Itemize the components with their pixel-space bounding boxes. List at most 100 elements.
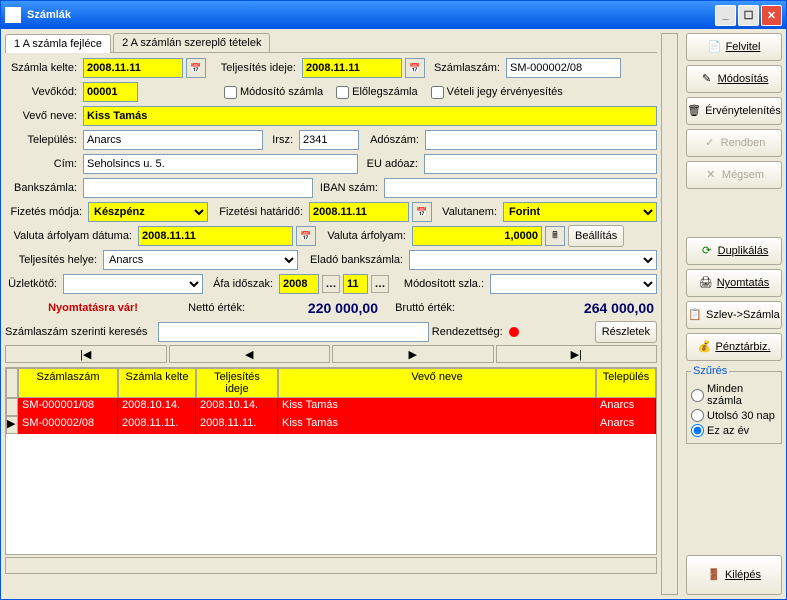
select-teljesites-helye[interactable]: Anarcs <box>103 250 298 270</box>
label-valuta-arfolyam: Valuta árfolyam: <box>319 230 409 242</box>
datepicker-icon[interactable]: 📅 <box>296 226 316 246</box>
col-teljesites[interactable]: Teljesítés ideje <box>196 368 278 398</box>
filter-group: Szűrés Minden számla Utolsó 30 nap Ez az… <box>686 365 782 444</box>
radio-ezazev[interactable]: Ez az év <box>691 424 777 437</box>
radio-30nap[interactable]: Utolsó 30 nap <box>691 409 777 422</box>
tab-header[interactable]: 1 A számla fejléce <box>5 34 111 53</box>
select-elado-bankszamla[interactable] <box>409 250 657 270</box>
input-valuta-arfolyam[interactable] <box>412 226 542 246</box>
label-modositott-szla: Módosított szla.: <box>392 278 487 290</box>
label-uzletkoto: Üzletkötő: <box>5 278 60 290</box>
row-marker-current: ▶ <box>6 416 18 434</box>
input-vevokod[interactable] <box>83 82 138 102</box>
label-fizetes-modja: Fizetés módja: <box>5 206 85 218</box>
row-marker-header <box>6 368 18 398</box>
label-iban: IBAN szám: <box>316 182 381 194</box>
radio-minden[interactable]: Minden számla <box>691 383 777 407</box>
button-modositas[interactable]: ✎Módosítás <box>686 65 782 93</box>
input-afa-ho[interactable] <box>343 274 368 294</box>
button-nyomtatas[interactable]: 🖨Nyomtatás <box>686 269 782 297</box>
col-kelte[interactable]: Számla kelte <box>118 368 196 398</box>
input-fizetesi-hatarido[interactable] <box>309 202 409 222</box>
ellipsis-button[interactable]: … <box>322 275 340 293</box>
label-vevokod: Vevőkód: <box>5 86 80 98</box>
nav-next-button[interactable]: ▶ <box>332 345 494 363</box>
select-uzletkoto[interactable] <box>63 274 203 294</box>
label-valutanem: Valutanem: <box>435 206 500 218</box>
sort-indicator-icon <box>509 327 519 337</box>
invoice-grid: Számlaszám Számla kelte Teljesítés ideje… <box>5 367 657 555</box>
table-row[interactable]: ▶ SM-000002/08 2008.11.11. 2008.11.11. K… <box>6 416 656 434</box>
button-beallitas[interactable]: Beállítás <box>568 225 624 247</box>
window-title: Számlák <box>27 9 71 21</box>
select-modositott-szla[interactable] <box>490 274 657 294</box>
value-brutto: 264 000,00 <box>458 300 654 316</box>
table-row[interactable]: SM-000001/08 2008.10.14. 2008.10.14. Kis… <box>6 398 656 416</box>
input-bankszamla[interactable] <box>83 178 313 198</box>
input-cim[interactable] <box>83 154 358 174</box>
datepicker-icon[interactable]: 📅 <box>405 58 425 78</box>
calc-icon[interactable]: 🖩 <box>545 226 565 246</box>
button-szlev-szamla[interactable]: 📋Szlev->Számla <box>686 301 782 329</box>
button-duplikalas[interactable]: ⟳Duplikálás <box>686 237 782 265</box>
row-marker <box>6 398 18 416</box>
edit-icon: ✎ <box>700 72 714 86</box>
datepicker-icon[interactable]: 📅 <box>186 58 206 78</box>
label-cim: Cím: <box>5 158 80 170</box>
input-valuta-arfolyam-datuma[interactable] <box>138 226 293 246</box>
input-telepules[interactable] <box>83 130 263 150</box>
status-text: Nyomtatásra vár! <box>8 302 178 314</box>
vertical-scrollbar[interactable] <box>661 33 678 595</box>
checkbox-modosito[interactable]: Módosító számla <box>224 86 323 99</box>
input-kereses[interactable] <box>158 322 429 342</box>
label-teljesites-ideje: Teljesítés ideje: <box>209 62 299 74</box>
maximize-button[interactable]: ☐ <box>738 5 759 26</box>
select-valutanem[interactable]: Forint <box>503 202 657 222</box>
button-felvitel[interactable]: 📄Felvitel <box>686 33 782 61</box>
input-szamlaszam[interactable] <box>506 58 621 78</box>
input-afa-ev[interactable] <box>279 274 319 294</box>
button-kilepes[interactable]: 🚪Kilépés <box>686 555 782 595</box>
checkbox-veteli-jegy[interactable]: Vételi jegy érvényesítés <box>431 86 563 99</box>
button-ervenytelenites[interactable]: 🗑Érvénytelenítés <box>686 97 782 125</box>
close-button[interactable]: ✕ <box>761 5 782 26</box>
cancel-icon: ✕ <box>704 168 718 182</box>
input-vevo-neve[interactable] <box>83 106 657 126</box>
titlebar: Számlák _ ☐ ✕ <box>1 1 786 29</box>
label-telepules: Település: <box>5 134 80 146</box>
nav-first-button[interactable]: |◀ <box>5 345 167 363</box>
col-szamlaszam[interactable]: Számlaszám <box>18 368 118 398</box>
col-telepules[interactable]: Település <box>596 368 656 398</box>
label-szamla-kelte: Számla kelte: <box>5 62 80 74</box>
col-vevo[interactable]: Vevő neve <box>278 368 596 398</box>
label-elado-bankszamla: Eladó bankszámla: <box>301 254 406 266</box>
select-fizetes-modja[interactable]: Készpénz <box>88 202 208 222</box>
arrow-icon: 📋 <box>688 308 702 322</box>
input-eu-adoaz[interactable] <box>424 154 657 174</box>
value-netto: 220 000,00 <box>248 300 378 316</box>
label-adoszam: Adószám: <box>362 134 422 146</box>
nav-last-button[interactable]: ▶| <box>496 345 658 363</box>
input-irsz[interactable] <box>299 130 359 150</box>
checkbox-eloleg[interactable]: Előlegszámla <box>336 86 417 99</box>
button-reszletek[interactable]: Részletek <box>595 321 657 343</box>
ellipsis-button[interactable]: … <box>371 275 389 293</box>
horizontal-scrollbar[interactable] <box>5 557 657 574</box>
tab-strip: 1 A számla fejléce 2 A számlán szereplő … <box>5 33 657 53</box>
cash-icon: 💰 <box>697 340 711 354</box>
print-icon: 🖨 <box>699 276 713 290</box>
button-penztarbiz[interactable]: 💰Pénztárbiz. <box>686 333 782 361</box>
nav-prev-button[interactable]: ◀ <box>169 345 331 363</box>
label-bankszamla: Bankszámla: <box>5 182 80 194</box>
input-szamla-kelte[interactable] <box>83 58 183 78</box>
label-eu-adoaz: EU adóaz: <box>361 158 421 170</box>
minimize-button[interactable]: _ <box>715 5 736 26</box>
datepicker-icon[interactable]: 📅 <box>412 202 432 222</box>
input-iban[interactable] <box>384 178 657 198</box>
trash-icon: 🗑 <box>687 104 701 118</box>
app-icon <box>5 7 21 23</box>
tab-items[interactable]: 2 A számlán szereplő tételek <box>113 33 270 52</box>
input-teljesites-ideje[interactable] <box>302 58 402 78</box>
label-afa-idoszak: Áfa időszak: <box>206 278 276 290</box>
input-adoszam[interactable] <box>425 130 657 150</box>
